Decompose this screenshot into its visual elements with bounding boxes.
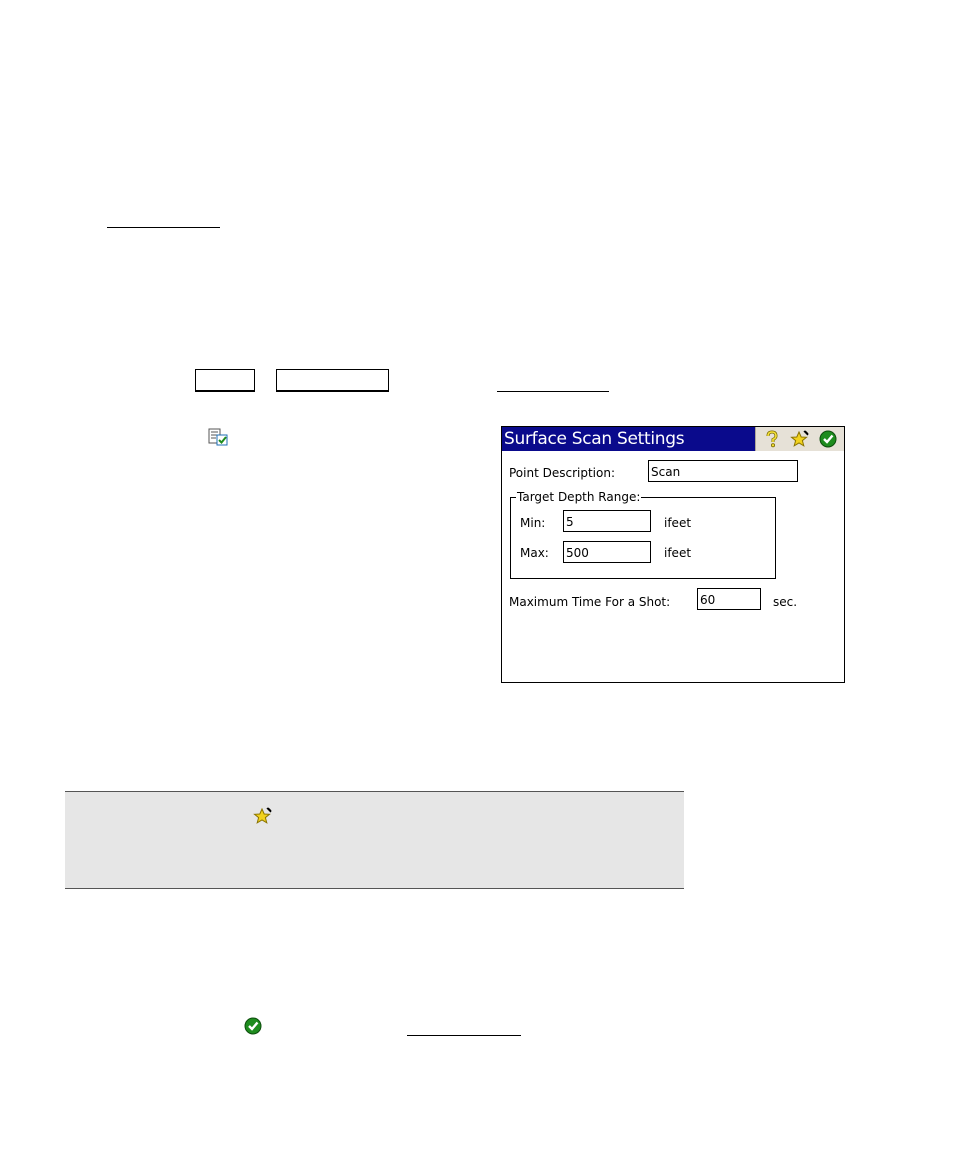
key-box-2 [276,369,389,392]
min-depth-input[interactable]: 5 [563,510,651,532]
key-box-1 [195,369,255,392]
favorites-star-icon [253,806,273,826]
link-underline-1[interactable] [107,227,220,228]
accept-check-icon [243,1016,263,1036]
help-icon[interactable] [762,430,782,448]
max-label: Max: [520,546,549,560]
target-depth-range-legend: Target Depth Range: [516,490,642,504]
max-time-unit: sec. [773,595,798,609]
min-unit: ifeet [664,516,692,530]
link-underline-3[interactable] [407,1035,521,1036]
point-description-label: Point Description: [509,466,615,480]
max-time-label: Maximum Time For a Shot: [509,595,671,609]
min-label: Min: [520,516,546,530]
accept-check-icon[interactable] [818,430,838,448]
max-time-input[interactable]: 60 [697,588,761,610]
note-box [65,791,684,889]
target-depth-range-group: Target Depth Range: Min: 5 ifeet Max: 50… [510,490,776,579]
titlebar-icon-group [755,427,844,451]
point-description-input[interactable]: Scan [648,460,798,482]
dialog-titlebar: Surface Scan Settings [502,427,844,451]
max-depth-input[interactable]: 500 [563,541,651,563]
max-unit: ifeet [664,546,692,560]
favorites-star-icon[interactable] [790,430,810,448]
dialog-title: Surface Scan Settings [504,429,685,449]
link-underline-2[interactable] [497,391,609,392]
settings-list-icon [208,428,228,446]
surface-scan-settings-dialog: Surface Scan Settings Point Description:… [501,426,845,683]
